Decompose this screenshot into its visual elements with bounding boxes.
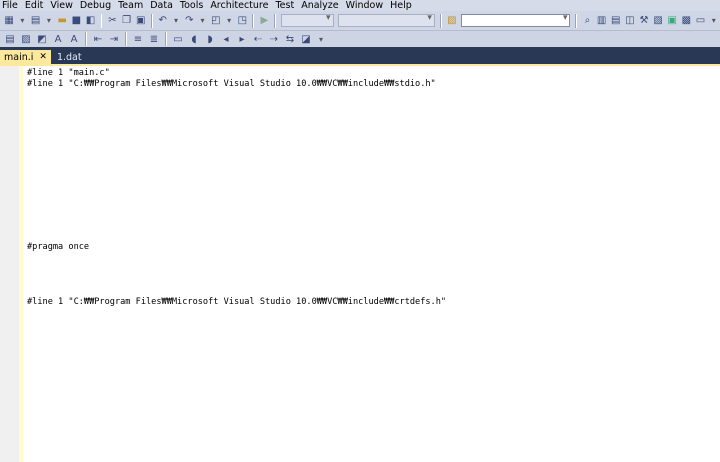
next-bookmark-icon[interactable]: ◗ xyxy=(203,32,217,46)
open-folder-icon[interactable]: ▬ xyxy=(56,14,68,28)
find-in-files-icon[interactable]: ▨ xyxy=(446,14,458,28)
add-item-icon[interactable]: ▤ xyxy=(30,14,42,28)
command-window-icon[interactable]: ▭ xyxy=(694,14,706,28)
toolbar-separator xyxy=(274,13,277,28)
code-editor[interactable]: #line 1 "main.c" #line 1 "C:₩₩Program Fi… xyxy=(0,66,720,462)
code-line-crtdefs[interactable]: #line 1 "C:₩₩Program Files₩₩Microsoft Vi… xyxy=(27,297,446,307)
dropdown-icon[interactable]: ▾ xyxy=(224,14,234,28)
previous-bookmark-document-icon[interactable]: ⇠ xyxy=(251,32,265,46)
new-project-icon[interactable]: ▦ xyxy=(3,14,15,28)
toolbar-separator xyxy=(150,13,153,28)
object-browser-icon[interactable]: ◫ xyxy=(624,14,636,28)
comment-out-icon[interactable]: ≡ xyxy=(131,32,145,46)
solution-explorer-icon[interactable]: ▥ xyxy=(595,14,607,28)
tab-label: 1.dat xyxy=(56,51,82,63)
previous-bookmark-folder-icon[interactable]: ◂ xyxy=(219,32,233,46)
toolbar-separator xyxy=(575,13,578,28)
cut-icon[interactable]: ✂ xyxy=(106,14,118,28)
menu-data[interactable]: Data xyxy=(148,0,178,11)
menu-team[interactable]: Team xyxy=(116,0,148,11)
quick-info-icon[interactable]: ◩ xyxy=(35,32,49,46)
tab-1-dat[interactable]: 1.dat xyxy=(53,50,86,64)
start-debugging-icon[interactable]: ▶ xyxy=(258,14,270,28)
save-icon[interactable]: ■ xyxy=(70,14,82,28)
toolbar-separator xyxy=(125,32,127,46)
bookmark-window-icon[interactable]: ◪ xyxy=(299,32,313,46)
paste-icon[interactable]: ▣ xyxy=(135,14,147,28)
previous-bookmark-icon[interactable]: ◖ xyxy=(187,32,201,46)
toolbox-icon[interactable]: ⚒ xyxy=(638,14,650,28)
menu-edit[interactable]: Edit xyxy=(23,0,48,11)
increase-indent-icon[interactable]: ⇥ xyxy=(107,32,121,46)
undo-icon[interactable]: ↶ xyxy=(157,14,169,28)
toolbar-separator xyxy=(252,13,255,28)
toolbar-separator xyxy=(439,13,442,28)
parameter-info-icon[interactable]: ▨ xyxy=(19,32,33,46)
menu-view[interactable]: View xyxy=(48,0,78,11)
menu-file[interactable]: File xyxy=(0,0,23,11)
save-all-icon[interactable]: ◧ xyxy=(84,14,96,28)
toolbar-separator xyxy=(85,32,87,46)
start-page-icon[interactable]: ▣ xyxy=(666,14,678,28)
team-explorer-icon[interactable]: ▧ xyxy=(652,14,664,28)
toolbar-separator xyxy=(100,13,103,28)
find-icon[interactable]: ⌕ xyxy=(581,14,593,28)
toolbar-overflow-icon[interactable]: ▾ xyxy=(315,32,327,46)
document-tab-strip: main.i ✕ 1.dat xyxy=(0,47,720,64)
decrease-indent-icon[interactable]: ⇤ xyxy=(91,32,105,46)
menu-analyze[interactable]: Analyze xyxy=(299,0,343,11)
toolbar-separator xyxy=(165,32,167,46)
code-line-pragma[interactable]: #pragma once xyxy=(27,242,89,252)
dropdown-icon[interactable]: ▾ xyxy=(709,14,719,28)
navigate-back-icon[interactable]: ◰ xyxy=(210,14,222,28)
indicator-margin[interactable] xyxy=(0,66,20,462)
font-size-icon[interactable]: A xyxy=(67,32,81,46)
menu-help[interactable]: Help xyxy=(388,0,417,11)
code-line-2[interactable]: #line 1 "C:₩₩Program Files₩₩Microsoft Vi… xyxy=(27,79,436,89)
close-icon[interactable]: ✕ xyxy=(39,52,47,62)
menu-bar: File Edit View Debug Team Data Tools Arc… xyxy=(0,0,720,11)
copy-icon[interactable]: ❐ xyxy=(121,14,133,28)
toggle-bookmark-icon[interactable]: ▭ xyxy=(171,32,185,46)
properties-icon[interactable]: ▤ xyxy=(610,14,622,28)
tab-main-i[interactable]: main.i ✕ xyxy=(0,50,51,64)
solution-configurations-combo[interactable] xyxy=(281,13,334,27)
tab-label: main.i xyxy=(4,51,34,63)
dropdown-icon[interactable]: ▾ xyxy=(197,14,207,28)
menu-test[interactable]: Test xyxy=(273,0,299,11)
change-tracking-bar xyxy=(19,66,23,462)
uncomment-icon[interactable]: ≣ xyxy=(147,32,161,46)
clear-bookmarks-icon[interactable]: ⇆ xyxy=(283,32,297,46)
list-members-icon[interactable]: ▤ xyxy=(3,32,17,46)
navigate-forward-icon[interactable]: ◳ xyxy=(236,14,248,28)
dropdown-icon[interactable]: ▾ xyxy=(17,14,27,28)
code-line-1[interactable]: #line 1 "main.c" xyxy=(27,68,110,78)
text-editor-toolbar: ▤ ▨ ◩ A A ⇤ ⇥ ≡ ≣ ▭ ◖ ◗ ◂ ▸ ⇠ ⇢ ⇆ ◪ ▾ xyxy=(0,31,720,47)
dropdown-icon[interactable]: ▾ xyxy=(171,14,181,28)
menu-debug[interactable]: Debug xyxy=(78,0,116,11)
next-bookmark-folder-icon[interactable]: ▸ xyxy=(235,32,249,46)
next-bookmark-document-icon[interactable]: ⇢ xyxy=(267,32,281,46)
dropdown-icon[interactable]: ▾ xyxy=(44,14,54,28)
standard-toolbar: ▦ ▾ ▤ ▾ ▬ ■ ◧ ✂ ❐ ▣ ↶ ▾ ↷ ▾ ◰ ▾ ◳ ▶ ▨ ⌕ … xyxy=(0,11,720,31)
redo-icon[interactable]: ↷ xyxy=(183,14,195,28)
menu-window[interactable]: Window xyxy=(344,0,388,11)
menu-tools[interactable]: Tools xyxy=(178,0,208,11)
menu-architecture[interactable]: Architecture xyxy=(208,0,273,11)
extension-manager-icon[interactable]: ▩ xyxy=(680,14,692,28)
solution-platforms-combo[interactable] xyxy=(337,13,435,27)
find-combo[interactable] xyxy=(460,13,571,27)
complete-word-icon[interactable]: A xyxy=(51,32,65,46)
